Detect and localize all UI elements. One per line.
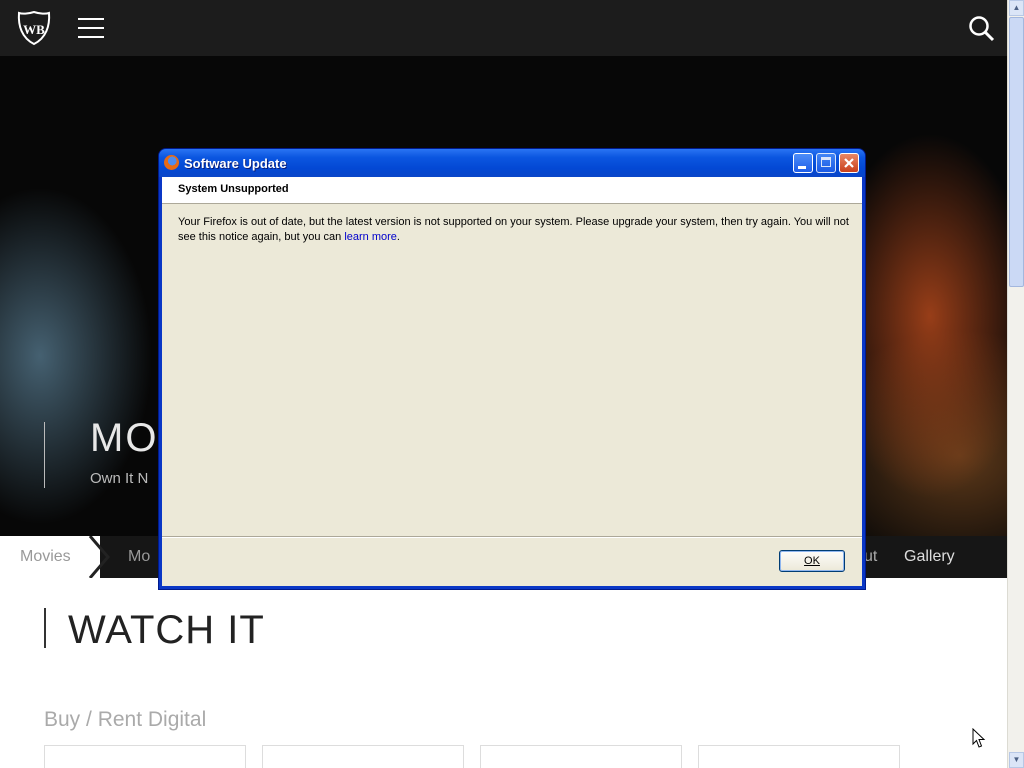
footer-divider <box>162 536 862 538</box>
vertical-scrollbar[interactable]: ▲ ▼ <box>1007 0 1024 768</box>
hero-title: MO <box>90 416 159 460</box>
ok-button[interactable]: OK <box>779 550 845 572</box>
menu-icon[interactable] <box>78 16 104 40</box>
dialog-title: Software Update <box>184 156 287 171</box>
buy-rent-label: Buy / Rent Digital <box>44 708 207 731</box>
close-button[interactable] <box>839 153 859 173</box>
store-card[interactable] <box>44 745 246 768</box>
learn-more-link[interactable]: learn more <box>344 231 397 243</box>
nav-item-movie[interactable]: Mo <box>128 548 150 566</box>
chevron-right-icon <box>88 536 110 578</box>
site-header: WB <box>0 0 1007 56</box>
maximize-icon <box>821 157 831 167</box>
dialog-titlebar[interactable]: Software Update <box>159 149 865 177</box>
store-card[interactable] <box>480 745 682 768</box>
hero-subtitle: Own It N <box>90 470 149 487</box>
hero-divider <box>44 422 45 488</box>
scroll-thumb[interactable] <box>1009 17 1024 287</box>
svg-text:WB: WB <box>23 22 45 37</box>
scroll-up-arrow-icon[interactable]: ▲ <box>1009 0 1024 16</box>
maximize-button[interactable] <box>816 153 836 173</box>
message-text: Your Firefox is out of date, but the lat… <box>178 216 849 243</box>
store-card[interactable] <box>698 745 900 768</box>
watch-divider <box>44 608 46 648</box>
nav-item-movies[interactable]: Movies <box>20 548 71 566</box>
close-icon <box>844 158 854 168</box>
scroll-down-arrow-icon[interactable]: ▼ <box>1009 752 1024 768</box>
message-end: . <box>396 231 400 243</box>
store-card[interactable] <box>262 745 464 768</box>
nav-item-gallery[interactable]: Gallery <box>904 548 955 566</box>
software-update-dialog: Software Update System Unsupported Your … <box>159 149 865 589</box>
dialog-body: System Unsupported Your Firefox is out o… <box>162 177 862 586</box>
dialog-message: Your Firefox is out of date, but the lat… <box>178 215 850 245</box>
dialog-header: System Unsupported <box>162 177 862 204</box>
watch-heading: WATCH IT <box>68 608 265 652</box>
search-icon[interactable] <box>968 15 996 43</box>
minimize-icon <box>798 166 806 169</box>
firefox-icon <box>164 155 179 170</box>
ok-label: OK <box>804 555 820 567</box>
section-title: System Unsupported <box>178 183 289 195</box>
cursor-arrow-icon <box>972 728 986 748</box>
wb-shield-logo[interactable]: WB <box>16 10 52 46</box>
nav-item-about[interactable]: ut <box>864 548 877 566</box>
minimize-button[interactable] <box>793 153 813 173</box>
